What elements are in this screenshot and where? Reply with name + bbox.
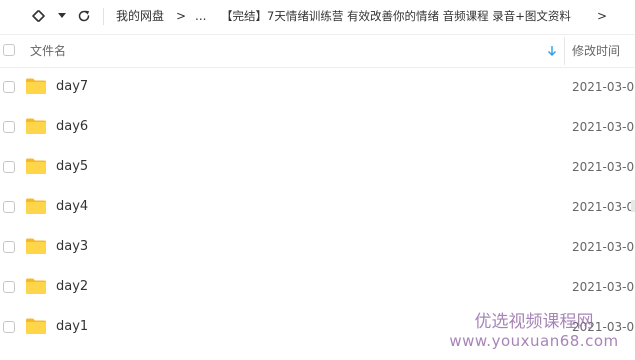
folder-icon — [26, 78, 46, 94]
file-name[interactable]: day2 — [56, 279, 88, 295]
folder-icon — [26, 198, 46, 214]
file-row[interactable]: day4 2021-03-08 — [0, 187, 635, 227]
folder-icon — [26, 238, 46, 254]
chevron-right-icon — [38, 10, 45, 22]
folder-icon — [26, 158, 46, 174]
caret-down-icon — [58, 13, 66, 18]
file-modified-date: 2021-03-08 — [572, 280, 635, 294]
column-header-row: 文件名 修改时间 — [0, 34, 635, 68]
breadcrumb-ellipsis[interactable]: ... — [195, 8, 206, 24]
scrollbar-track[interactable] — [631, 200, 635, 212]
file-row[interactable]: day2 2021-03-08 — [0, 267, 635, 307]
row-checkbox[interactable] — [3, 161, 15, 173]
file-name[interactable]: day1 — [56, 319, 88, 335]
breadcrumb-current[interactable]: 【完结】7天情绪训练营 有效改善你的情绪 音频课程 录音+图文资料 — [221, 8, 571, 24]
file-modified-date: 2021-03-08 — [572, 80, 635, 94]
toolbar: 我的网盘 > ... 【完结】7天情绪训练营 有效改善你的情绪 音频课程 录音+… — [0, 0, 635, 33]
file-row[interactable]: day3 2021-03-08 — [0, 227, 635, 267]
row-checkbox[interactable] — [3, 121, 15, 133]
column-divider[interactable] — [564, 37, 565, 65]
file-modified-date: 2021-03-08 — [572, 240, 635, 254]
forward-button[interactable] — [31, 6, 51, 26]
sort-arrow-icon[interactable] — [546, 44, 558, 58]
folder-icon — [26, 278, 46, 294]
row-checkbox[interactable] — [3, 241, 15, 253]
breadcrumb-separator: > — [176, 9, 187, 23]
file-row[interactable]: day6 2021-03-08 — [0, 107, 635, 147]
refresh-button[interactable] — [74, 6, 94, 26]
row-checkbox[interactable] — [3, 81, 15, 93]
file-modified-date: 2021-03-08 — [572, 200, 635, 214]
breadcrumb-root[interactable]: 我的网盘 — [116, 8, 164, 24]
file-modified-date: 2021-03-08 — [572, 320, 635, 334]
breadcrumb-separator-end: > — [597, 9, 608, 23]
row-checkbox[interactable] — [3, 201, 15, 213]
file-name[interactable]: day6 — [56, 119, 88, 135]
file-modified-date: 2021-03-08 — [572, 160, 635, 174]
file-name[interactable]: day7 — [56, 79, 88, 95]
file-row[interactable]: day7 2021-03-08 — [0, 67, 635, 107]
select-all-checkbox[interactable] — [3, 44, 15, 56]
file-row[interactable]: day5 2021-03-08 — [0, 147, 635, 187]
row-checkbox[interactable] — [3, 321, 15, 333]
column-header-modified[interactable]: 修改时间 — [572, 43, 620, 59]
column-header-name[interactable]: 文件名 — [30, 43, 66, 59]
file-row[interactable]: day1 2021-03-08 — [0, 307, 635, 347]
history-dropdown-button[interactable] — [54, 6, 70, 26]
file-name[interactable]: day3 — [56, 239, 88, 255]
file-name[interactable]: day4 — [56, 199, 88, 215]
folder-icon — [26, 318, 46, 334]
file-modified-date: 2021-03-08 — [572, 120, 635, 134]
folder-icon — [26, 118, 46, 134]
file-list: day7 2021-03-08 day6 2021-03-08 day5 2021-03-… — [0, 67, 635, 347]
toolbar-divider — [103, 8, 104, 25]
refresh-icon — [78, 10, 90, 22]
file-name[interactable]: day5 — [56, 159, 88, 175]
row-checkbox[interactable] — [3, 281, 15, 293]
